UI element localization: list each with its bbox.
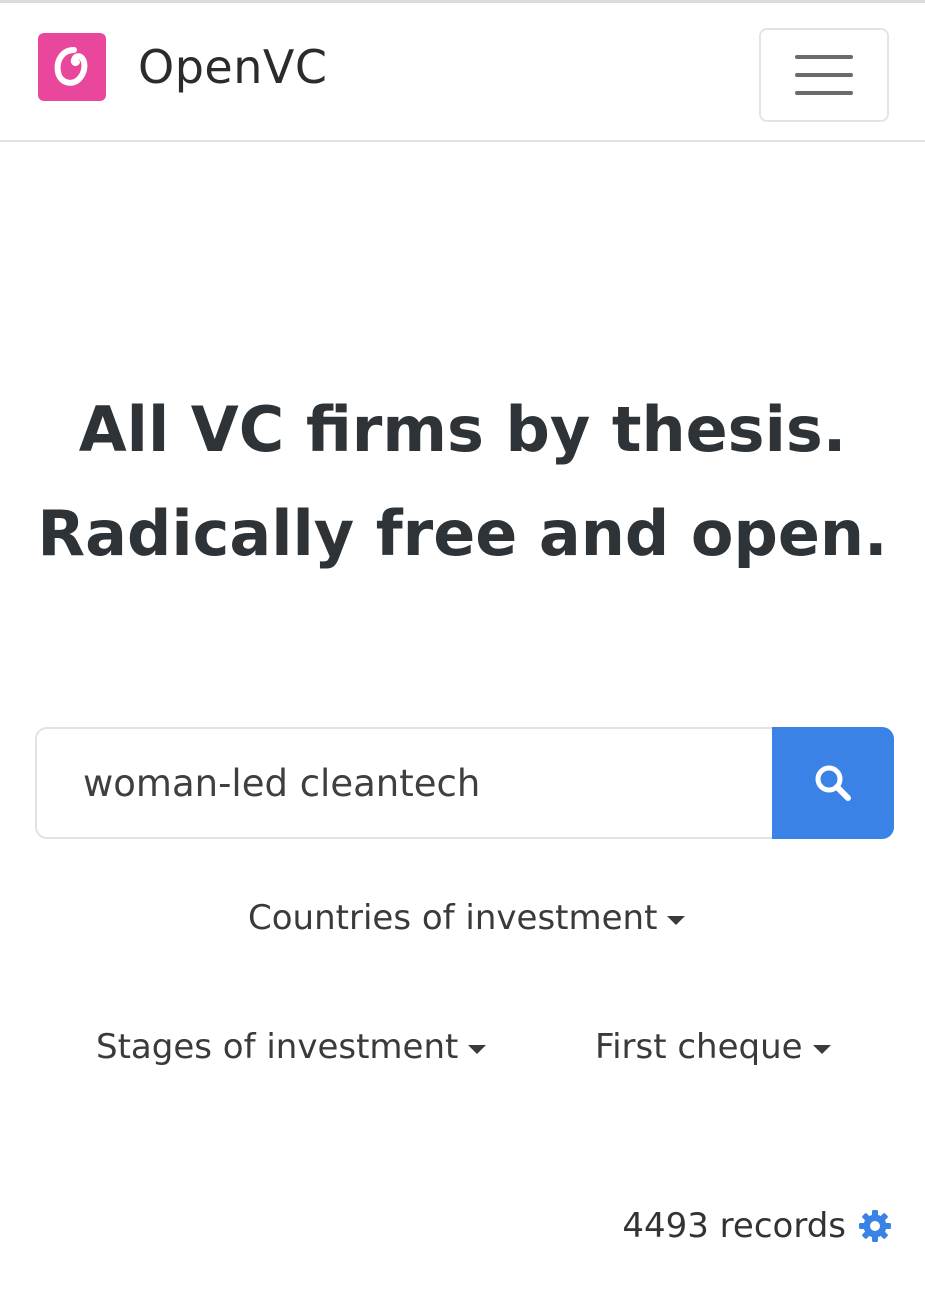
first-cheque-filter-label: First cheque bbox=[595, 1027, 803, 1067]
caret-down-icon bbox=[468, 1044, 487, 1054]
hero-headline: All VC firms by thesis. Radically free a… bbox=[0, 378, 925, 586]
navbar: OpenVC bbox=[0, 0, 925, 142]
countries-filter-label: Countries of investment bbox=[248, 898, 658, 938]
openvc-logo-icon bbox=[38, 33, 106, 101]
search-icon bbox=[815, 765, 851, 801]
stages-filter-dropdown[interactable]: Stages of investment bbox=[96, 1027, 487, 1067]
hamburger-menu-icon bbox=[795, 55, 853, 59]
search-group bbox=[35, 727, 894, 839]
caret-down-icon bbox=[667, 915, 686, 925]
brand-name: OpenVC bbox=[138, 40, 328, 94]
hamburger-menu-bar bbox=[795, 91, 853, 95]
hamburger-menu-button[interactable] bbox=[759, 28, 889, 122]
search-input[interactable] bbox=[35, 727, 772, 839]
gear-icon[interactable] bbox=[858, 1209, 892, 1243]
search-button[interactable] bbox=[772, 727, 894, 839]
brand-link[interactable]: OpenVC bbox=[38, 33, 327, 101]
first-cheque-filter-dropdown[interactable]: First cheque bbox=[595, 1027, 831, 1067]
hamburger-menu-bar bbox=[795, 73, 853, 77]
stages-filter-label: Stages of investment bbox=[96, 1027, 459, 1067]
records-count: 4493 records bbox=[622, 1206, 892, 1246]
countries-filter-dropdown[interactable]: Countries of investment bbox=[248, 898, 686, 938]
hero-line-1: All VC firms by thesis. bbox=[78, 393, 847, 466]
records-count-label: 4493 records bbox=[622, 1206, 846, 1246]
caret-down-icon bbox=[812, 1044, 831, 1054]
hero-line-2: Radically free and open. bbox=[37, 497, 888, 570]
